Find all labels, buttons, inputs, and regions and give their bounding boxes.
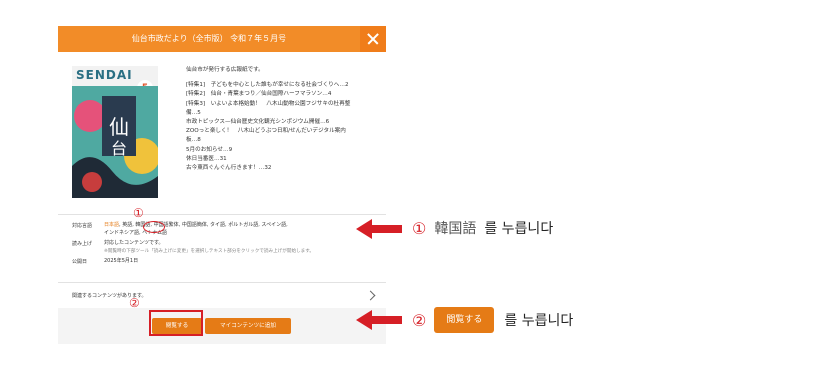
description-lead: 仙台市が発行する広報紙です。 — [186, 67, 264, 73]
description-line: 板…8 — [186, 137, 201, 144]
language-chinese-simplified[interactable]: 中国語簡体 — [182, 222, 207, 228]
divider — [58, 214, 386, 215]
step-2-button-sample: 閲覧する — [434, 307, 495, 333]
description-line: ZOOっと楽しく！ 八木山どうぶつ日和/せんだいデジタル案内 — [186, 128, 346, 135]
modal-footer: 閲覧する マイコンテンツに追加 — [58, 308, 386, 344]
publication-modal: 仙台市政だより（全市版） 令和７年５月号 SENDAI 5 仙 台 仙台市が発行… — [58, 26, 386, 344]
description-line: 5月のお知らせ…9 — [186, 146, 233, 153]
svg-text:仙: 仙 — [109, 115, 129, 139]
publication-description: 仙台市が発行する広報紙です。 [特集1] 子どもを中心とした誰もが幸せになる社会… — [186, 66, 378, 173]
step-1-target: 韓国語 — [434, 221, 477, 237]
modal-title: 仙台市政だより（全市版） 令和７年５月号 — [131, 34, 287, 43]
readaloud-label: 読み上げ — [72, 241, 93, 247]
publication-meta: 対応言語 日本語, 英語, 韓国語, 中国語繁体, 中国語簡体, タイ語, ポル… — [72, 222, 378, 269]
related-content-link[interactable]: 関連するコンテンツがあります。 — [72, 290, 378, 302]
arrow-left-icon — [356, 310, 402, 330]
language-portuguese[interactable]: ポルトガル語 — [228, 222, 258, 228]
step-1-text: 를 누릅니다 — [484, 221, 554, 237]
annotation-circle-korean — [143, 221, 165, 233]
published-label: 公開日 — [72, 259, 88, 265]
language-spanish[interactable]: スペイン語 — [261, 222, 286, 228]
annotation-marker-2: ② — [129, 296, 140, 310]
svg-text:台: 台 — [111, 139, 127, 158]
chevron-right-icon — [365, 290, 376, 301]
instruction-step-1: ① 韓国語 를 누릅니다 — [412, 218, 553, 238]
add-to-my-contents-button[interactable]: マイコンテンツに追加 — [205, 318, 291, 334]
readaloud-text: 対応したコンテンツです。 — [104, 240, 164, 246]
cover-artwork: 仙 台 — [72, 86, 158, 198]
instruction-step-2: ② 閲覧する 를 누릅니다 — [412, 307, 573, 333]
step-1-number: ① — [412, 218, 427, 238]
modal-header: 仙台市政だより（全市版） 令和７年５月号 — [58, 26, 386, 52]
annotation-box-view-button — [149, 310, 203, 336]
language-thai[interactable]: タイ語 — [210, 222, 225, 228]
published-date: 2025年5月1日 — [104, 258, 139, 264]
readaloud-value: 対応したコンテンツです。 ※閲覧時の下部ツール「読み上げに変更」を選択しテキスト… — [104, 240, 378, 255]
annotation-marker-1: ① — [133, 206, 144, 220]
description-line: 古今東西ぐんぐん行きます！…32 — [186, 165, 272, 172]
readaloud-row: 読み上げ 対応したコンテンツです。 ※閲覧時の下部ツール「読み上げに変更」を選択… — [72, 240, 378, 255]
language-indonesian[interactable]: インドネシア語 — [104, 230, 139, 236]
published-row: 公開日 2025年5月1日 — [72, 258, 378, 266]
divider — [58, 282, 386, 283]
description-line: [特集2] 仙台・青葉まつり／仙台国際ハーフマラソン…4 — [186, 91, 332, 98]
languages-row: 対応言語 日本語, 英語, 韓国語, 中国語繁体, 中国語簡体, タイ語, ポル… — [72, 222, 378, 237]
cover-image: SENDAI 5 仙 台 — [72, 66, 158, 198]
description-line: [特集1] 子どもを中心とした誰もが幸せになる社会づくりへ…2 — [186, 82, 349, 89]
step-2-text: 를 누릅니다 — [504, 313, 574, 329]
language-japanese[interactable]: 日本語 — [104, 222, 119, 228]
description-line: 備…5 — [186, 109, 201, 116]
step-2-number: ② — [412, 310, 427, 330]
close-button[interactable] — [360, 26, 386, 52]
description-line: 市政トピックス—仙台歴史文化観光シンポジウム開催…6 — [186, 119, 330, 126]
cover-logo: SENDAI — [76, 68, 133, 82]
language-english[interactable]: 英語 — [122, 222, 132, 228]
description-line: 休日当番医…31 — [186, 155, 227, 162]
arrow-left-icon — [356, 219, 402, 239]
description-line: [特集3] いよいよ本格始動！ 八木山動物公園フジサキの杜再整 — [186, 100, 351, 107]
readaloud-note: ※閲覧時の下部ツール「読み上げに変更」を選択しテキスト部分をクリックで読み上げが… — [104, 248, 314, 254]
languages-label: 対応言語 — [72, 223, 93, 229]
